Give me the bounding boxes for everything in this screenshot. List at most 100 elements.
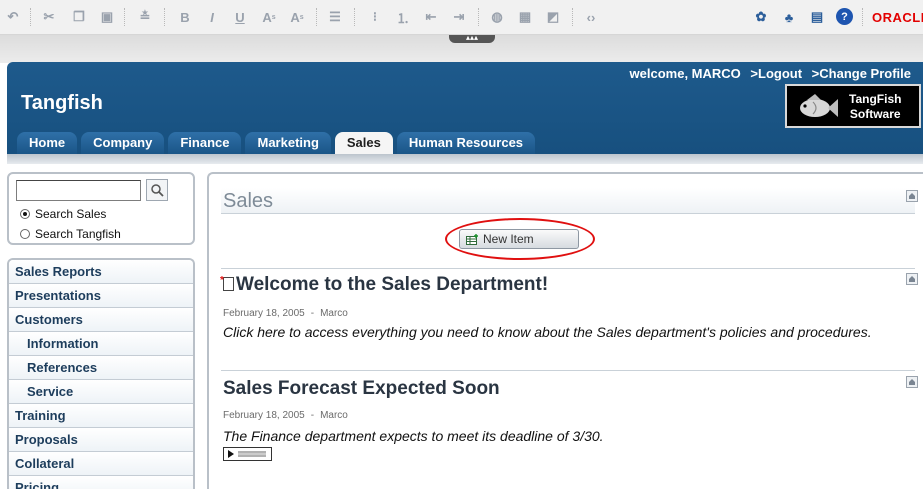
sidebar-item-references[interactable]: References <box>9 356 193 380</box>
subscript-icon[interactable]: As <box>288 8 306 26</box>
tab-sales[interactable]: Sales <box>334 132 393 154</box>
link-globe-icon[interactable]: ◍ <box>488 8 506 26</box>
logo-line-1: TangFish <box>849 92 902 106</box>
toolbar-separator <box>572 8 573 26</box>
post-divider <box>221 268 915 269</box>
post-meta: February 18, 2005- Marco <box>223 308 348 319</box>
bold-icon[interactable]: B <box>176 8 194 26</box>
tab-company[interactable]: Company <box>81 132 165 154</box>
style-icon[interactable]: ≛ <box>136 8 154 26</box>
oracle-logo: ORACLE <box>872 10 923 25</box>
radio-sales-label: Search Sales <box>35 207 107 221</box>
paste-icon[interactable]: ▣ <box>98 8 116 26</box>
post-title[interactable]: * Welcome to the Sales Department! <box>220 274 549 296</box>
copy-icon[interactable]: ❐ <box>70 8 88 26</box>
meta-separator: - <box>310 410 315 421</box>
tab-home[interactable]: Home <box>17 132 78 154</box>
radio-site[interactable] <box>20 229 30 239</box>
page-title-bar: Sales <box>221 188 915 214</box>
html-source-icon[interactable]: ‹› <box>582 8 600 26</box>
search-scope-sales[interactable]: Search Sales <box>20 206 106 222</box>
sidebar-item-information[interactable]: Information <box>9 332 193 356</box>
post-date: February 18, 2005 <box>223 308 305 319</box>
post-title-text: Welcome to the Sales Department! <box>236 274 549 295</box>
help-icon[interactable]: ? <box>836 8 853 25</box>
superscript-letter: A <box>262 9 272 25</box>
image-icon[interactable]: ◩ <box>544 8 562 26</box>
align-icon[interactable]: ☰ <box>326 8 344 26</box>
sidebar-item-proposals[interactable]: Proposals <box>9 428 193 452</box>
search-scope-site[interactable]: Search Tangfish <box>20 226 121 242</box>
header-divider <box>7 154 923 164</box>
radio-sales[interactable] <box>20 209 30 219</box>
toolbar-separator <box>164 8 165 26</box>
tab-marketing[interactable]: Marketing <box>245 132 331 154</box>
post-title[interactable]: Sales Forecast Expected Soon <box>223 378 500 400</box>
tab-finance[interactable]: Finance <box>168 132 242 154</box>
subscript-letter: A <box>290 9 300 25</box>
search-button[interactable] <box>146 179 168 201</box>
post-body: The Finance department expects to meet i… <box>223 428 604 444</box>
color-palette-icon[interactable]: ✿ <box>752 8 770 26</box>
home-icon <box>909 276 915 282</box>
search-icon <box>151 184 164 197</box>
indent-icon[interactable]: ⇥ <box>450 8 468 26</box>
sidebar-item-pricing[interactable]: Pricing <box>9 476 193 489</box>
collapse-handle[interactable]: ▴▴▴ <box>449 34 495 43</box>
sidebar-item-presentations[interactable]: Presentations <box>9 284 193 308</box>
table-icon[interactable]: ▦ <box>516 8 534 26</box>
portlet-home-icon[interactable] <box>906 190 918 202</box>
sidebar-item-sales-reports[interactable]: Sales Reports <box>9 260 193 284</box>
more-button[interactable] <box>223 447 272 461</box>
underline-icon[interactable]: U <box>231 8 249 26</box>
home-icon <box>909 193 915 199</box>
highlight-circle <box>445 218 595 260</box>
main-content: Sales New Item * Welcome to the Sales Dep… <box>207 172 923 489</box>
cut-icon[interactable]: ✂ <box>40 8 58 26</box>
post-body[interactable]: Click here to access everything you need… <box>223 324 872 340</box>
post-author: Marco <box>320 308 348 319</box>
document-edit-icon[interactable]: ▤ <box>808 8 826 26</box>
sidebar-item-customers[interactable]: Customers <box>9 308 193 332</box>
superscript-icon[interactable]: As <box>260 8 278 26</box>
post-divider <box>221 370 915 371</box>
welcome-text: welcome, MARCO <box>629 66 741 81</box>
fish-logo-icon <box>800 94 838 117</box>
bullet-list-icon[interactable]: ⁝ <box>366 8 384 26</box>
toolbar-separator <box>316 8 317 26</box>
play-more-icon <box>228 450 266 458</box>
editor-toolbar: ↶ ✂ ❐ ▣ ≛ B I U As As ☰ ⁝ ⒈ ⇤ ⇥ ◍ ▦ ◩ ‹›… <box>0 0 923 35</box>
toolbar-separator <box>862 8 863 26</box>
logo-text: TangFish Software <box>849 92 901 122</box>
page-title: Sales <box>223 190 274 212</box>
toolbar-separator <box>124 8 125 26</box>
sidebar-item-collateral[interactable]: Collateral <box>9 452 193 476</box>
tab-human-resources[interactable]: Human Resources <box>396 132 536 154</box>
sidebar-item-training[interactable]: Training <box>9 404 193 428</box>
radio-site-label: Search Tangfish <box>35 227 121 241</box>
document-icon: * <box>220 275 234 291</box>
outdent-icon[interactable]: ⇤ <box>422 8 440 26</box>
post-home-icon[interactable] <box>906 376 918 388</box>
italic-icon[interactable]: I <box>203 8 221 26</box>
post-date: February 18, 2005 <box>223 410 305 421</box>
site-title: Tangfish <box>21 92 103 114</box>
new-marker-icon: * <box>220 275 224 286</box>
toolbar-separator <box>478 8 479 26</box>
search-input[interactable] <box>16 180 141 201</box>
main-tabs: Home Company Finance Marketing Sales Hum… <box>17 132 539 154</box>
logout-link[interactable]: >Logout <box>750 66 802 81</box>
post-author: Marco <box>320 410 348 421</box>
logo-line-2: Software <box>849 107 901 121</box>
change-profile-link[interactable]: >Change Profile <box>812 66 911 81</box>
post-home-icon[interactable] <box>906 273 918 285</box>
people-icon[interactable]: ♣ <box>780 8 798 26</box>
toolbar-separator <box>30 8 31 26</box>
undo-icon[interactable]: ↶ <box>4 8 22 26</box>
sidebar-item-service[interactable]: Service <box>9 380 193 404</box>
numbered-list-icon[interactable]: ⒈ <box>394 8 412 26</box>
search-panel: Search Sales Search Tangfish <box>7 172 195 245</box>
meta-separator: - <box>310 308 315 319</box>
portal-header: welcome, MARCO >Logout >Change Profile T… <box>7 62 923 154</box>
post-meta: February 18, 2005- Marco <box>223 410 348 421</box>
